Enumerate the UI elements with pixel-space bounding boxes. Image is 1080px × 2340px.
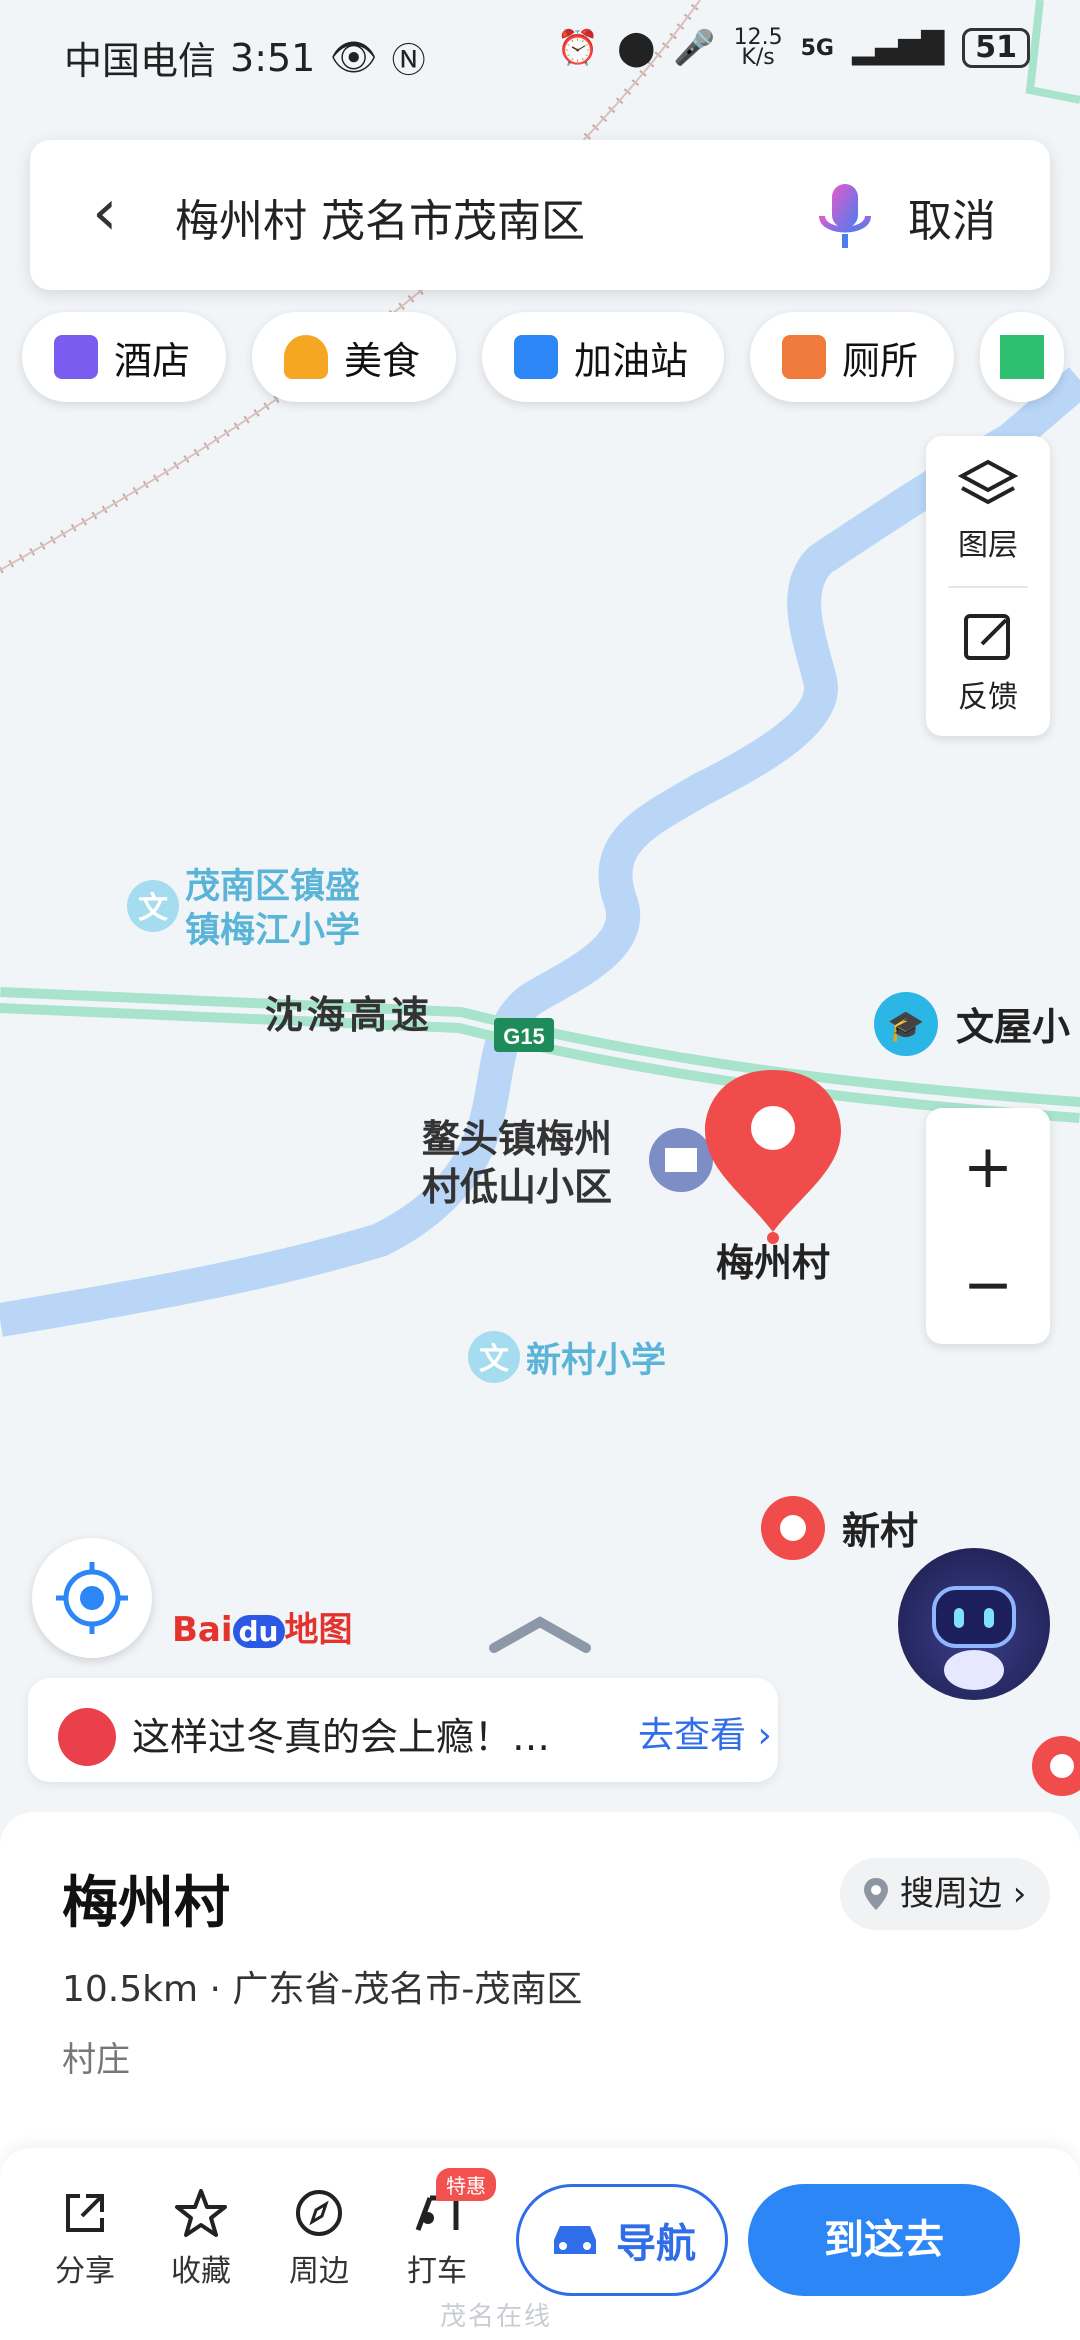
svg-text:🎓: 🎓: [887, 1009, 924, 1044]
robot-icon: [932, 1586, 1016, 1690]
search-bar: ‹ 梅州村 茂名市茂南区 取消: [30, 140, 1050, 290]
logo-text-right: 地图: [284, 1610, 353, 1650]
carrier-label: 中国电信: [64, 39, 217, 83]
network-speed: 12.5 K/s: [734, 27, 783, 70]
chip-hotel[interactable]: 酒店: [22, 312, 227, 402]
star-icon: [175, 2189, 227, 2237]
feedback-button[interactable]: 反馈: [926, 588, 1050, 738]
place-region: 广东省-茂名市-茂南区: [232, 1969, 583, 2010]
highway-code-label: G15: [503, 1024, 545, 1049]
crosshair-icon: [56, 1562, 128, 1634]
promo-banner-text: 这样过冬真的会上瘾！…: [132, 1715, 551, 1759]
svg-text:文: 文: [138, 891, 168, 926]
zoom-in-button[interactable]: +: [926, 1108, 1050, 1226]
chip-more[interactable]: [980, 312, 1065, 402]
back-arrow-icon[interactable]: ‹: [92, 178, 118, 248]
place-type: 村庄: [62, 2040, 130, 2080]
eye-icon: 👁: [329, 35, 378, 79]
layers-label: 图层: [958, 528, 1018, 563]
search-nearby-label: 搜周边 ›: [900, 1874, 1027, 1914]
poi-residential-line2: 村低山小区: [422, 1165, 612, 1209]
map-tools-panel: 图层 反馈: [926, 436, 1050, 736]
share-label: 分享: [55, 2254, 115, 2289]
poi-school-3-label: 新村小学: [526, 1340, 666, 1381]
chip-toilet-label: 厕所: [842, 338, 919, 383]
taxi-button[interactable]: 打车: [392, 2188, 482, 2290]
clock-label: 3:51: [230, 35, 316, 80]
share-icon: [66, 2194, 104, 2232]
nearby-button[interactable]: 周边: [274, 2188, 364, 2290]
taxi-discount-badge: 特惠: [436, 2168, 496, 2201]
layers-icon: [957, 459, 1019, 505]
scenic-icon: [1000, 335, 1045, 379]
compass-icon: [296, 2190, 342, 2236]
poi-school-2-label: 文屋小: [956, 1005, 1070, 1049]
chip-toilet[interactable]: 厕所: [750, 312, 955, 402]
promo-banner[interactable]: 这样过冬真的会上瘾！… 去查看 ›: [28, 1678, 778, 1782]
baidu-map-logo: Bai du 地图: [172, 1602, 353, 1651]
navigate-button[interactable]: 导航: [516, 2184, 728, 2296]
nearby-label: 周边: [289, 2254, 349, 2289]
feedback-icon: [964, 614, 1010, 660]
poi-residential-line1: 鳌头镇梅州: [422, 1117, 612, 1161]
share-button[interactable]: 分享: [40, 2188, 130, 2290]
nfc-icon: Ⓝ: [391, 41, 426, 81]
poi-village-2-label: 新村: [842, 1509, 918, 1553]
signal-bars-icon: ▂▄▆█: [851, 30, 945, 66]
layers-button[interactable]: 图层: [926, 436, 1050, 586]
go-here-button[interactable]: 到这去: [748, 2184, 1020, 2296]
category-chips: 酒店 美食 加油站 厕所: [22, 312, 1065, 402]
chip-hotel-label: 酒店: [114, 338, 191, 383]
promo-banner-link[interactable]: 去查看 ›: [638, 1706, 772, 1758]
favorite-label: 收藏: [171, 2254, 231, 2289]
cancel-button[interactable]: 取消: [908, 185, 996, 249]
network-speed-unit: K/s: [741, 45, 775, 70]
car-icon: [554, 2226, 596, 2254]
selected-location-label: 梅州村: [716, 1241, 830, 1285]
search-query[interactable]: 梅州村 茂名市茂南区: [175, 185, 585, 249]
chip-gas-station[interactable]: 加油站: [482, 312, 725, 402]
chip-food[interactable]: 美食: [252, 312, 457, 402]
ai-assistant-button[interactable]: [898, 1548, 1050, 1700]
zoom-controls: + −: [926, 1108, 1050, 1344]
locate-me-button[interactable]: [32, 1538, 152, 1658]
place-title: 梅州村: [62, 1871, 230, 1936]
highway-name-label: 沈海高速: [265, 993, 433, 1037]
status-bar: 中国电信 3:51 👁 Ⓝ ⏰ ⬤ 🎤 12.5 K/s 5G ▂▄▆█ 51: [0, 22, 1080, 83]
search-nearby-button[interactable]: 搜周边 ›: [840, 1858, 1051, 1930]
chip-gas-station-label: 加油站: [574, 338, 689, 383]
gas-station-icon: [514, 335, 559, 379]
poi-school-1-line2: 镇梅江小学: [185, 910, 360, 951]
taxi-label: 打车: [407, 2254, 467, 2289]
svg-text:文: 文: [479, 1342, 509, 1377]
hotel-icon: [54, 335, 98, 379]
mic-status-icon: 🎤: [673, 28, 716, 68]
navigate-label: 导航: [616, 2221, 696, 2267]
logo-text-left: Bai: [172, 1610, 233, 1650]
feedback-label: 反馈: [958, 680, 1018, 715]
watermark: 茂名在线: [440, 2302, 553, 2332]
battery-indicator: 51: [962, 28, 1030, 68]
poi-school-1-line1: 茂南区镇盛: [185, 867, 360, 907]
pin-icon: [864, 1878, 888, 1910]
alarm-icon: ⏰: [556, 28, 600, 68]
chip-food-label: 美食: [344, 338, 421, 383]
voice-search-icon[interactable]: [810, 178, 880, 258]
toilet-icon: [782, 335, 827, 379]
favorite-button[interactable]: 收藏: [156, 2188, 246, 2290]
bookmark-icon: [58, 1708, 116, 1766]
signal-label: 5G: [800, 35, 834, 61]
food-icon: [284, 335, 329, 379]
selected-location-pin[interactable]: 梅州村: [705, 1070, 841, 1285]
zoom-out-button[interactable]: −: [926, 1226, 1050, 1344]
place-address: 10.5km · 广东省-茂名市-茂南区: [62, 1969, 583, 2010]
location-icon: ⬤: [617, 28, 656, 68]
logo-text-mid: du: [232, 1615, 285, 1648]
place-distance: 10.5km: [62, 1969, 199, 2010]
